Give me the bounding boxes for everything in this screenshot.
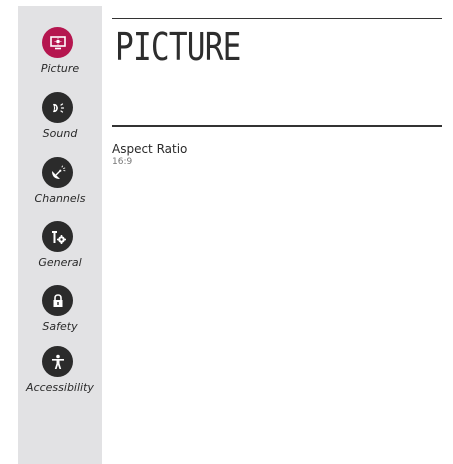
divider (112, 125, 442, 127)
aspect-ratio-setting[interactable]: Aspect Ratio 16:9 (112, 141, 352, 168)
sidebar-item-safety[interactable]: Safety (18, 285, 102, 349)
picture-icon (42, 27, 73, 58)
sidebar-item-label: Safety (42, 320, 78, 333)
setting-value: 16:9 (112, 157, 133, 167)
setting-label: Aspect Ratio (112, 142, 188, 156)
sidebar-item-channels[interactable]: Channels (18, 157, 102, 221)
sound-icon (42, 92, 73, 123)
sidebar-item-accessibility[interactable]: Accessibility (18, 346, 102, 410)
divider (112, 18, 442, 19)
sidebar-item-label: Sound (42, 127, 78, 140)
settings-sidebar: Picture Sound Channels General Safety Ac… (18, 6, 102, 464)
sidebar-item-general[interactable]: General (18, 221, 102, 285)
accessibility-icon (42, 346, 73, 377)
sidebar-item-label: Channels (34, 192, 86, 205)
tools-gear-icon (42, 221, 73, 252)
sidebar-item-label: Picture (40, 62, 80, 75)
settings-panel: PICTURE Aspect Ratio 16:9 (102, 0, 453, 464)
page-title: PICTURE (115, 25, 241, 69)
sidebar-item-label: General (38, 256, 82, 269)
sidebar-item-sound[interactable]: Sound (18, 92, 102, 156)
sidebar-item-label: Accessibility (26, 381, 94, 394)
sidebar-item-picture[interactable]: Picture (18, 27, 102, 91)
lock-icon (42, 285, 73, 316)
satellite-dish-icon (42, 157, 73, 188)
